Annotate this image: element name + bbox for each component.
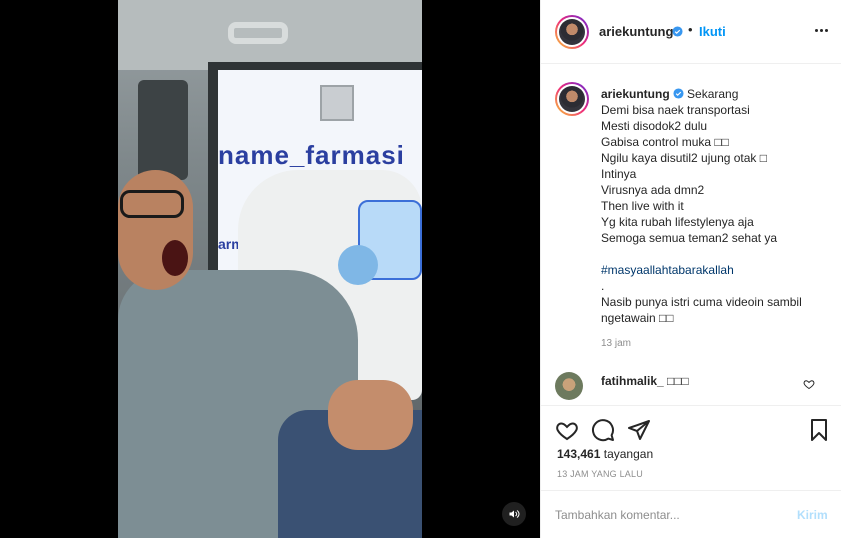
comment-text: □□□ xyxy=(667,374,689,388)
post-age[interactable]: 13 JAM YANG LALU xyxy=(557,469,643,479)
caption-line: Virusnya ada dmn2 xyxy=(601,183,705,197)
car-grab-handle xyxy=(228,22,288,44)
bookmark-icon[interactable] xyxy=(807,418,831,442)
caption-author-avatar[interactable] xyxy=(555,82,589,116)
face-mask xyxy=(338,245,378,285)
banner-text: name_farmasi xyxy=(218,140,405,170)
share-icon[interactable] xyxy=(627,418,651,442)
post-actions: 143,461 tayangan 13 JAM YANG LALU xyxy=(541,405,841,490)
post-caption: ariekuntung Sekarang Demi bisa naek tran… xyxy=(601,86,831,326)
caption-line: Nasib punya istri cuma videoin sambil xyxy=(601,295,802,309)
open-mouth xyxy=(162,240,188,276)
separator-dot: • xyxy=(688,22,693,37)
caption-line: Then live with it xyxy=(601,199,684,213)
comment-like-heart-icon[interactable] xyxy=(803,378,815,390)
comment-input[interactable] xyxy=(555,505,775,525)
comment-item: fatihmalik_ □□□ xyxy=(601,374,689,388)
post-comment-button[interactable]: Kirim xyxy=(797,508,828,522)
volume-icon xyxy=(509,510,520,518)
caption-line: Gabisa control muka □□ xyxy=(601,135,729,149)
author-avatar[interactable] xyxy=(555,15,589,49)
hashtag-link[interactable]: #masyaallahtabarakallah xyxy=(601,262,831,278)
caption-line: Intinya xyxy=(601,167,637,181)
man-hand xyxy=(328,380,413,450)
caption-username-link[interactable]: ariekuntung xyxy=(601,87,670,101)
verified-icon xyxy=(672,26,683,37)
caption-dot-line: . xyxy=(601,279,605,293)
caption-time-inline: Sekarang xyxy=(687,87,739,101)
heart-icon[interactable] xyxy=(555,418,579,442)
commenter-avatar[interactable] xyxy=(555,372,583,400)
comments-section[interactable]: ariekuntung Sekarang Demi bisa naek tran… xyxy=(541,65,841,405)
media-viewer: name_farmasi armasi xyxy=(0,0,540,538)
car-pillar xyxy=(138,80,188,180)
more-options-icon[interactable] xyxy=(811,22,831,38)
caption-line: Demi bisa naek transportasi xyxy=(601,103,750,117)
caption-line: Ngilu kaya disutil2 ujung otak □ xyxy=(601,151,768,165)
post-header: ariekuntung • Ikuti xyxy=(541,0,841,64)
comment-icon[interactable] xyxy=(591,418,615,442)
container-vent xyxy=(320,85,354,121)
view-count-number: 143,461 xyxy=(557,447,601,461)
view-count-label: tayangan xyxy=(603,447,654,461)
caption-timestamp: 13 jam xyxy=(601,338,632,349)
verified-icon xyxy=(673,88,684,99)
volume-toggle-button[interactable] xyxy=(502,502,526,526)
add-comment-section: Kirim xyxy=(541,490,841,538)
post-panel: ariekuntung • Ikuti ariekuntung Sekarang… xyxy=(540,0,841,538)
glasses xyxy=(120,190,184,218)
follow-button[interactable]: Ikuti xyxy=(699,24,726,39)
caption-line: Yg kita rubah lifestylenya aja xyxy=(601,215,754,229)
caption-line: ngetawain □□ xyxy=(601,311,674,325)
view-count[interactable]: 143,461 tayangan xyxy=(557,447,653,461)
video-player[interactable]: name_farmasi armasi xyxy=(118,0,422,538)
commenter-username-link[interactable]: fatihmalik_ xyxy=(601,374,664,388)
caption-line: Mesti disodok2 dulu xyxy=(601,119,708,133)
caption-line: Semoga semua teman2 sehat ya xyxy=(601,231,778,245)
author-username-link[interactable]: ariekuntung xyxy=(599,24,673,39)
